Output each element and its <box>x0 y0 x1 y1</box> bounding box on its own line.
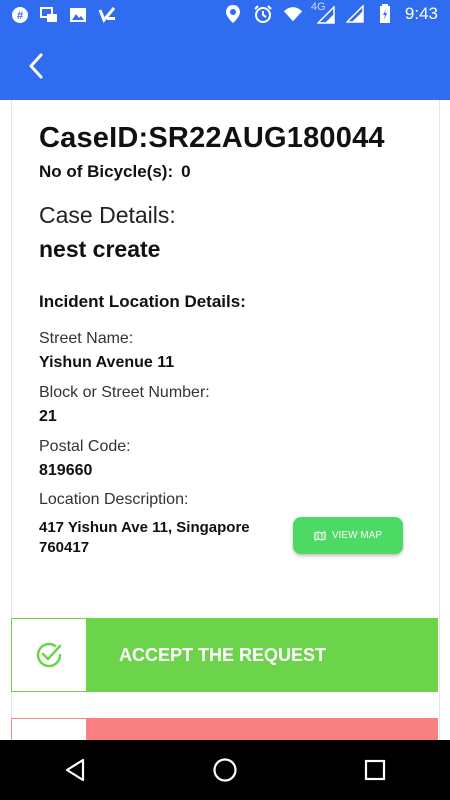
nav-back-button[interactable] <box>55 750 95 790</box>
reject-icon-box <box>11 718 87 740</box>
bicycles-value: 0 <box>181 162 191 181</box>
case-id: CaseID:SR22AUG180044 <box>39 122 385 154</box>
postal-label: Postal Code: <box>39 438 131 455</box>
alarm-icon <box>253 4 273 24</box>
reject-request-bar <box>87 718 438 740</box>
nav-home-button[interactable] <box>205 750 245 790</box>
wifi-icon <box>283 4 303 24</box>
svg-text:#: # <box>17 10 23 22</box>
check-list-icon <box>97 5 117 25</box>
bicycles-label: No of Bicycle(s): <box>39 162 174 181</box>
postal-value: 819660 <box>39 462 93 479</box>
signal-icon: 4G <box>311 1 335 24</box>
reject-request-button[interactable] <box>11 718 438 740</box>
system-nav-bar <box>0 740 450 800</box>
accept-icon-box <box>11 618 87 692</box>
case-details-value: nest create <box>39 236 161 262</box>
back-triangle-icon <box>65 758 85 782</box>
view-map-label: VIEW MAP <box>331 530 382 541</box>
view-map-button[interactable]: VIEW MAP <box>293 517 403 554</box>
image-icon <box>68 5 88 25</box>
sync-icon <box>39 5 59 25</box>
signal-icon <box>345 4 365 24</box>
recents-square-icon <box>364 759 386 781</box>
status-time: 9:43 <box>404 4 438 23</box>
location-icon <box>223 4 243 24</box>
street-label: Street Name: <box>39 330 134 347</box>
street-value: Yishun Avenue 11 <box>39 354 175 371</box>
chevron-left-icon <box>29 53 43 79</box>
case-details-title: Case Details: <box>39 202 176 228</box>
block-value: 21 <box>39 408 57 425</box>
accept-request-label: ACCEPT THE REQUEST <box>87 618 438 692</box>
hashtag-icon: # <box>10 5 30 25</box>
home-circle-icon <box>213 758 237 782</box>
bicycles-row: No of Bicycle(s): 0 <box>39 162 191 182</box>
back-button[interactable] <box>18 48 54 84</box>
status-bar: # 4G 9:43 <box>0 0 450 32</box>
app-bar <box>0 32 450 100</box>
description-label: Location Description: <box>39 491 189 508</box>
check-circle-icon <box>36 642 62 668</box>
accept-request-button[interactable]: ACCEPT THE REQUEST <box>11 618 438 692</box>
nav-recents-button[interactable] <box>355 750 395 790</box>
block-label: Block or Street Number: <box>39 384 210 401</box>
battery-icon <box>375 4 395 24</box>
location-header: Incident Location Details: <box>39 292 246 311</box>
description-value: 417 Yishun Ave 11, Singapore 760417 <box>39 519 250 556</box>
map-icon <box>314 530 326 541</box>
